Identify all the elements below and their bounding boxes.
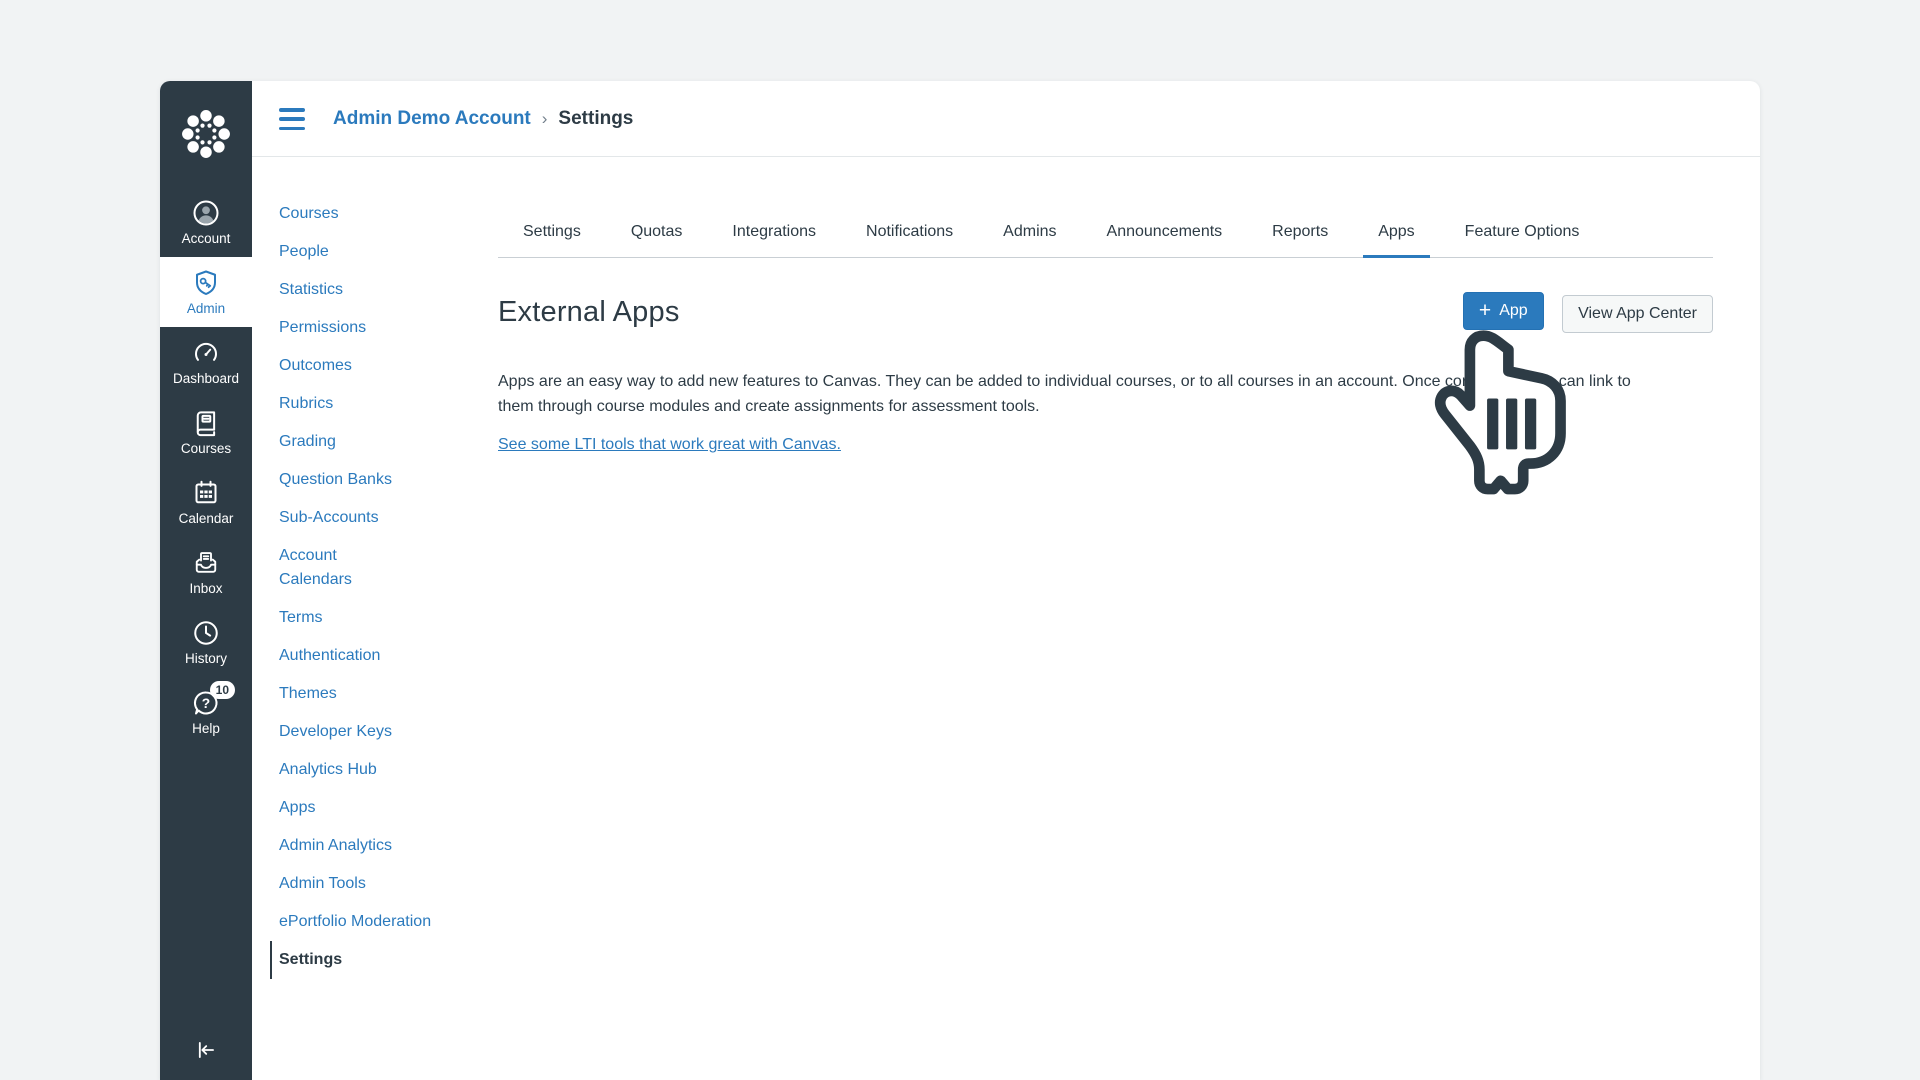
subnav-item-eportfolio-moderation[interactable]: ePortfolio Moderation: [279, 903, 457, 941]
global-nav-dashboard[interactable]: Dashboard: [160, 327, 252, 397]
subnav-item-settings[interactable]: Settings: [270, 941, 457, 979]
subnav-item-developer-keys[interactable]: Developer Keys: [279, 713, 457, 751]
breadcrumb-bar: Admin Demo Account › Settings: [252, 81, 1760, 157]
add-app-button[interactable]: + App: [1463, 292, 1544, 330]
page-title: External Apps: [498, 292, 680, 332]
subnav-item-outcomes[interactable]: Outcomes: [279, 347, 457, 385]
subnav-item-rubrics[interactable]: Rubrics: [279, 385, 457, 423]
tab-feature-options[interactable]: Feature Options: [1440, 211, 1605, 257]
global-nav-label: Help: [192, 722, 220, 736]
global-nav-label: Admin: [187, 302, 225, 316]
tab-integrations[interactable]: Integrations: [707, 211, 841, 257]
book-icon: [191, 408, 221, 438]
subnav-item-sub-accounts[interactable]: Sub-Accounts: [279, 499, 457, 537]
collapse-sidebar-button[interactable]: [160, 1028, 252, 1072]
global-nav-history[interactable]: History: [160, 607, 252, 677]
global-nav-help[interactable]: ? 10 Help: [160, 677, 252, 747]
subnav-item-apps[interactable]: Apps: [279, 789, 457, 827]
subnav-item-statistics[interactable]: Statistics: [279, 271, 457, 309]
global-nav-label: Inbox: [189, 582, 222, 596]
clock-icon: [191, 618, 221, 648]
global-nav-label: Dashboard: [173, 372, 239, 386]
help-count-badge: 10: [210, 681, 235, 699]
subnav-item-themes[interactable]: Themes: [279, 675, 457, 713]
tab-reports[interactable]: Reports: [1247, 211, 1353, 257]
apps-description: Apps are an easy way to add new features…: [498, 369, 1666, 419]
subnav-item-people[interactable]: People: [279, 233, 457, 271]
global-nav-account[interactable]: Account: [160, 187, 252, 257]
svg-text:?: ?: [202, 696, 210, 711]
global-nav-label: Calendar: [179, 512, 234, 526]
shield-key-icon: [191, 268, 221, 298]
breadcrumb-separator: ›: [542, 109, 548, 129]
subnav-item-grading[interactable]: Grading: [279, 423, 457, 461]
subnav-item-analytics-hub[interactable]: Analytics Hub: [279, 751, 457, 789]
global-nav-inbox[interactable]: Inbox: [160, 537, 252, 607]
avatar-icon: [191, 198, 221, 228]
page-head: External Apps + App View App Center: [498, 292, 1713, 333]
question-icon: ? 10: [191, 688, 221, 718]
lti-tools-link[interactable]: See some LTI tools that work great with …: [498, 436, 841, 454]
subnav-item-admin-analytics[interactable]: Admin Analytics: [279, 827, 457, 865]
gauge-icon: [191, 338, 221, 368]
breadcrumb: Admin Demo Account › Settings: [333, 81, 633, 157]
tab-announcements[interactable]: Announcements: [1082, 211, 1248, 257]
global-nav: Account Admin: [160, 81, 252, 1080]
subnav-item-question-banks[interactable]: Question Banks: [279, 461, 457, 499]
tab-quotas[interactable]: Quotas: [606, 211, 708, 257]
calendar-icon: [191, 478, 221, 508]
global-nav-calendar[interactable]: Calendar: [160, 467, 252, 537]
tab-settings[interactable]: Settings: [498, 211, 606, 257]
app-card: Account Admin: [160, 81, 1760, 1080]
subnav-item-admin-tools[interactable]: Admin Tools: [279, 865, 457, 903]
subnav-item-account-calendars[interactable]: Account Calendars: [279, 537, 457, 599]
subnav-item-terms[interactable]: Terms: [279, 599, 457, 637]
account-subnav: Courses People Statistics Permissions Ou…: [279, 195, 457, 979]
settings-tabs: Settings Quotas Integrations Notificatio…: [498, 211, 1713, 258]
tab-admins[interactable]: Admins: [978, 211, 1081, 257]
tab-notifications[interactable]: Notifications: [841, 211, 978, 257]
subnav-item-authentication[interactable]: Authentication: [279, 637, 457, 675]
canvas-logo-icon: [178, 106, 234, 162]
breadcrumb-account-link[interactable]: Admin Demo Account: [333, 108, 531, 130]
canvas-logo[interactable]: [160, 81, 252, 187]
view-app-center-button[interactable]: View App Center: [1562, 295, 1713, 333]
global-nav-admin[interactable]: Admin: [160, 257, 252, 327]
global-nav-label: Courses: [181, 442, 231, 456]
collapse-arrow-icon: [193, 1037, 219, 1063]
add-app-button-label: App: [1499, 302, 1527, 320]
subnav-item-permissions[interactable]: Permissions: [279, 309, 457, 347]
global-nav-label: History: [185, 652, 227, 666]
page-actions: + App View App Center: [1463, 292, 1713, 333]
subnav-item-courses[interactable]: Courses: [279, 195, 457, 233]
hamburger-icon[interactable]: [279, 108, 305, 130]
global-nav-courses[interactable]: Courses: [160, 397, 252, 467]
canvas-admin-settings-page: Account Admin: [0, 0, 1920, 1080]
inbox-tray-icon: [191, 548, 221, 578]
breadcrumb-current: Settings: [558, 108, 633, 130]
plus-icon: +: [1479, 300, 1491, 321]
tab-apps[interactable]: Apps: [1353, 211, 1439, 257]
global-nav-label: Account: [182, 232, 231, 246]
